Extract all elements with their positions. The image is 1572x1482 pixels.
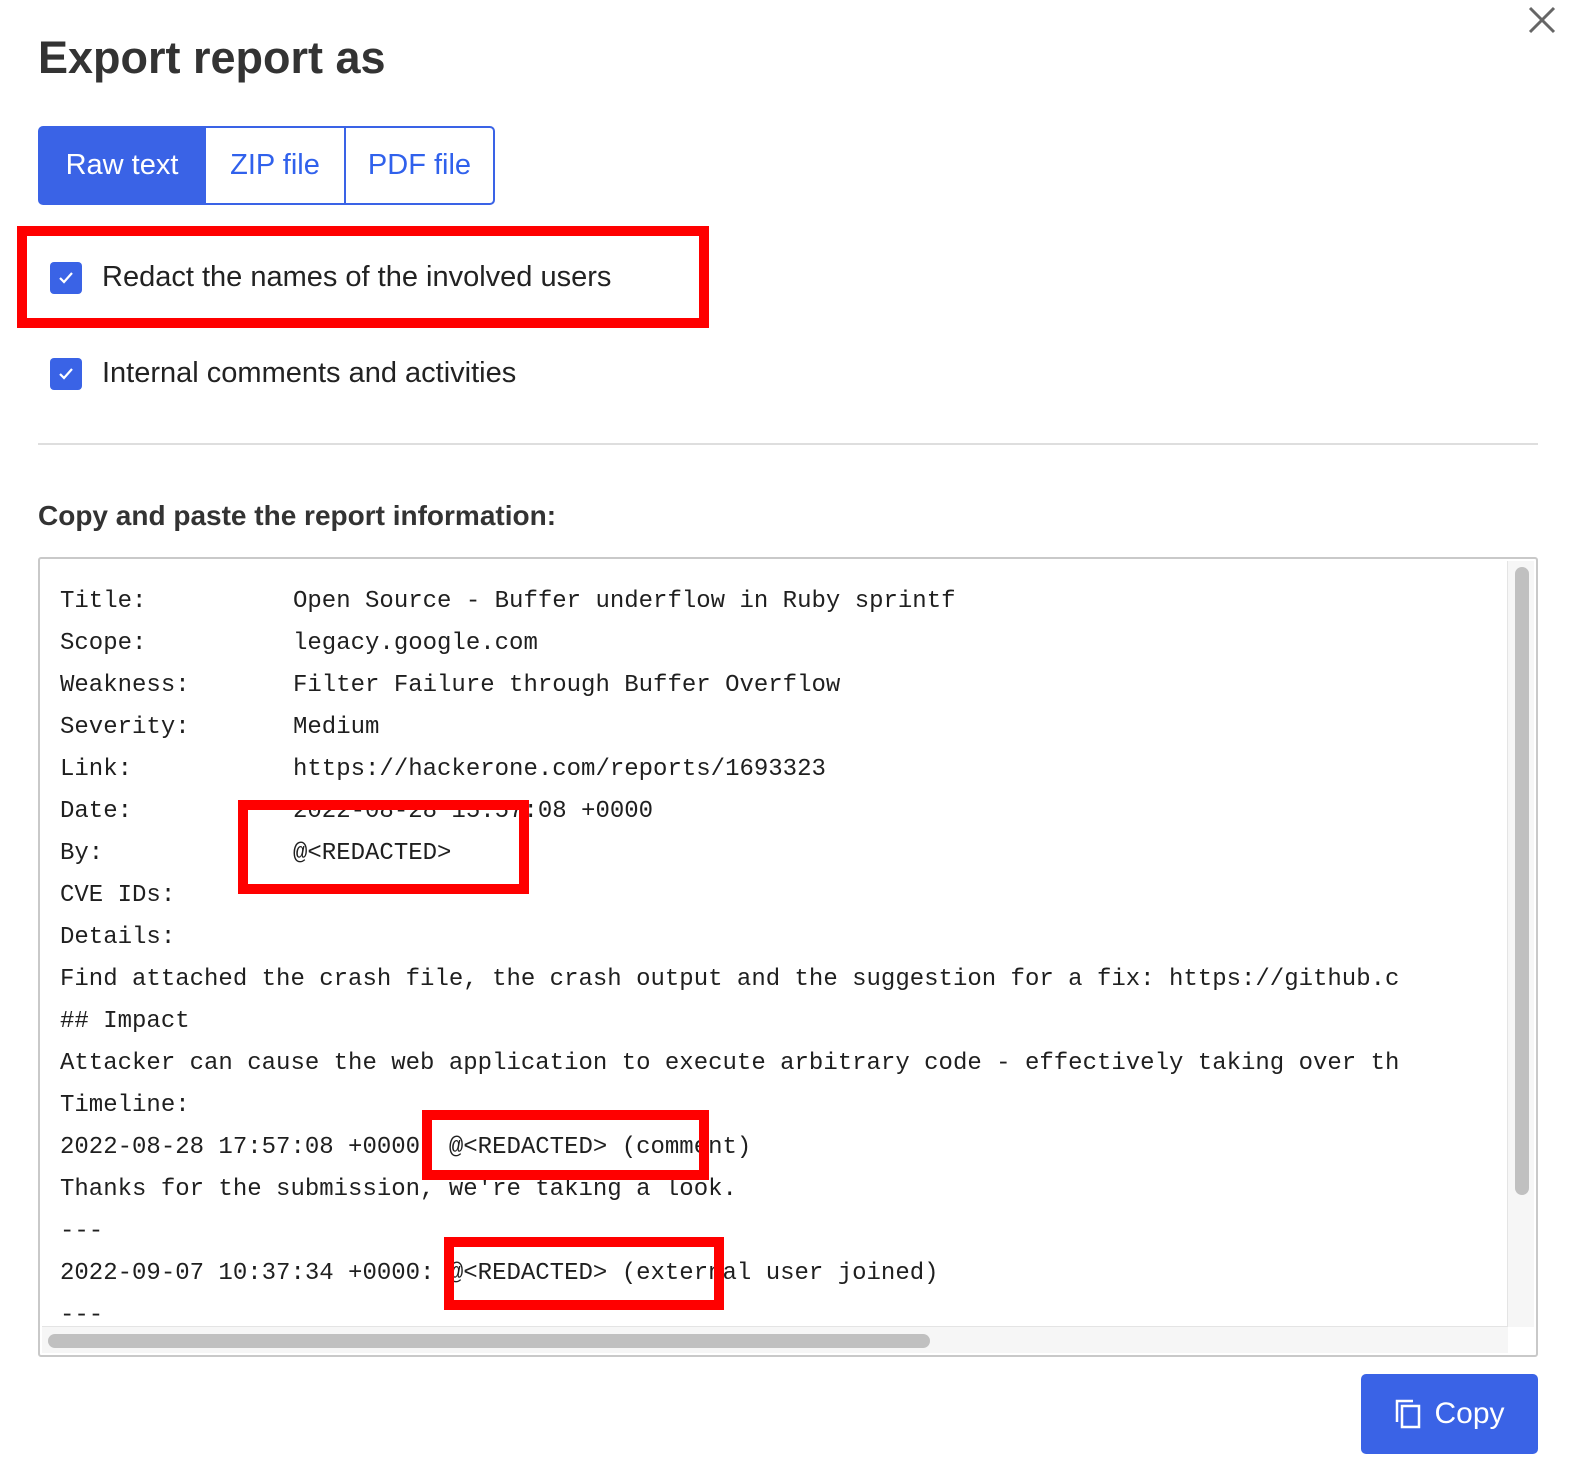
internal-comments-option[interactable]: Internal comments and activities: [50, 357, 516, 390]
horizontal-scrollbar[interactable]: [42, 1326, 1508, 1353]
report-text-line: ## Impact: [60, 1008, 190, 1035]
field-value: 2022-08-28 15:57:08 +0000: [293, 798, 654, 825]
field-label: Link:: [60, 756, 133, 783]
report-text-line: Thanks for the submission, we're taking …: [60, 1176, 737, 1203]
dialog-title: Export report as: [38, 32, 386, 83]
redact-names-option[interactable]: Redact the names of the involved users: [50, 261, 611, 294]
report-field-row: Weakness: Filter Failure through Buffer O…: [60, 665, 1506, 707]
field-label: Scope:: [60, 630, 147, 657]
report-field-row: CVE IDs:: [60, 875, 1506, 917]
copy-button-label: Copy: [1434, 1397, 1505, 1430]
internal-comments-checkbox[interactable]: [50, 357, 82, 390]
internal-comments-label: Internal comments and activities: [102, 357, 517, 389]
vertical-scrollbar[interactable]: [1507, 561, 1534, 1327]
field-value: legacy.google.com: [293, 630, 538, 657]
check-icon: [59, 271, 73, 284]
close-icon: [1528, 6, 1556, 34]
report-text-line: 2022-09-07 10:37:34 +0000: @<REDACTED> (…: [60, 1260, 939, 1287]
report-text-line: ---: [60, 1218, 104, 1245]
field-label: Details:: [60, 924, 176, 951]
copy-button[interactable]: Copy: [1361, 1374, 1538, 1454]
divider: [38, 443, 1538, 445]
report-field-row: Details:: [60, 917, 1506, 959]
vertical-scrollbar-thumb[interactable]: [1515, 567, 1529, 1195]
report-section-title: Copy and paste the report information:: [38, 500, 557, 531]
field-label: Severity:: [60, 714, 190, 741]
tab-zip-file[interactable]: ZIP file: [206, 126, 346, 205]
copy-icon: [1394, 1398, 1422, 1430]
report-field-row: By: @<REDACTED>: [60, 833, 1506, 875]
field-value: @<REDACTED>: [293, 840, 452, 867]
field-label: By:: [60, 840, 104, 867]
tab-raw-text[interactable]: Raw text: [38, 126, 206, 205]
report-text-line: 2022-08-28 17:57:08 +0000: @<REDACTED> (…: [60, 1134, 752, 1161]
close-button[interactable]: [1522, 0, 1562, 40]
field-value: Open Source - Buffer underflow in Ruby s…: [293, 588, 956, 615]
report-field-row: Severity: Medium: [60, 707, 1506, 749]
report-field-row: Date: 2022-08-28 15:57:08 +0000: [60, 791, 1506, 833]
redact-names-label: Redact the names of the involved users: [102, 261, 612, 293]
field-label: Title:: [60, 588, 147, 615]
redact-names-checkbox[interactable]: [50, 261, 82, 294]
report-field-row: Scope: legacy.google.com: [60, 623, 1506, 665]
report-field-row: Title: Open Source - Buffer underflow in …: [60, 581, 1506, 623]
horizontal-scrollbar-thumb[interactable]: [48, 1334, 930, 1348]
report-text-line: Timeline:: [60, 1092, 190, 1119]
tab-pdf-file[interactable]: PDF file: [344, 126, 495, 205]
field-label: CVE IDs:: [60, 882, 176, 909]
report-content: Title: Open Source - Buffer underflow in …: [60, 581, 1506, 1329]
report-field-row: Link: https://hackerone.com/reports/16933…: [60, 749, 1506, 791]
field-value: https://hackerone.com/reports/1693323: [293, 756, 826, 783]
report-textarea[interactable]: Title: Open Source - Buffer underflow in …: [38, 557, 1538, 1357]
report-text-line: ---: [60, 1302, 104, 1329]
field-label: Date:: [60, 798, 133, 825]
report-text-line: Attacker can cause the web application t…: [60, 1050, 1400, 1077]
field-value: Medium: [293, 714, 380, 741]
field-value: Filter Failure through Buffer Overflow: [293, 672, 841, 699]
export-format-tabs: Raw text ZIP file PDF file: [38, 126, 495, 205]
check-icon: [59, 367, 73, 380]
field-label: Weakness:: [60, 672, 190, 699]
report-text-line: Find attached the crash file, the crash …: [60, 966, 1400, 993]
